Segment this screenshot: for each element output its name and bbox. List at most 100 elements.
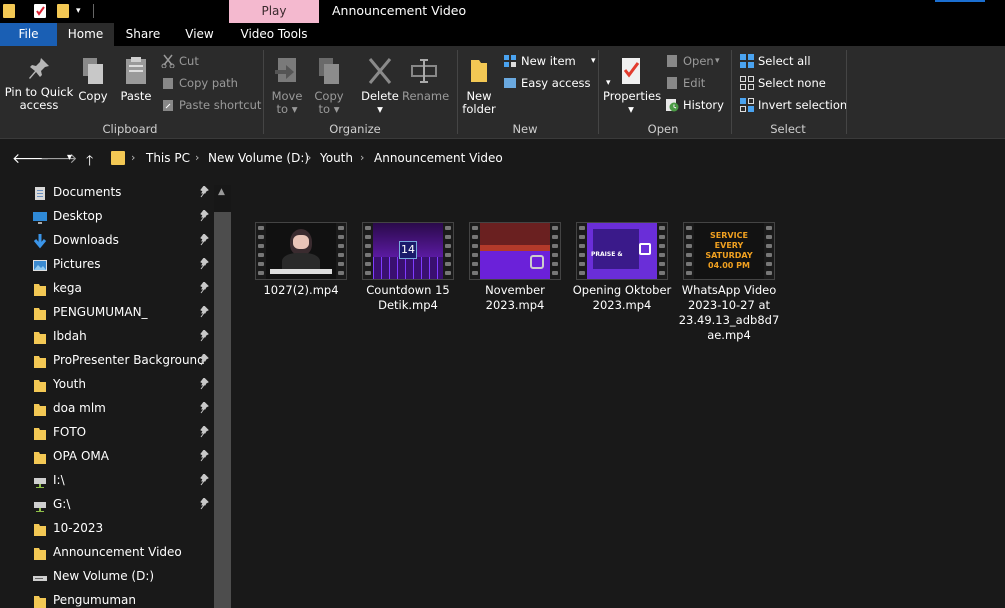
new-folder-icon[interactable] bbox=[57, 4, 69, 18]
sidebar-item[interactable]: Documents bbox=[0, 181, 214, 205]
sidebar-item-label: I:\ bbox=[53, 473, 65, 487]
select-none-icon bbox=[740, 76, 754, 90]
sidebar-item[interactable]: New Volume (D:) bbox=[0, 565, 214, 589]
sidebar-item-label: Pictures bbox=[53, 257, 101, 271]
sidebar-item-label: Downloads bbox=[53, 233, 119, 247]
rename-button[interactable]: Rename bbox=[402, 56, 449, 103]
easy-access-icon bbox=[503, 76, 517, 90]
scroll-thumb[interactable] bbox=[214, 212, 231, 608]
delete-button[interactable]: Delete ▾ bbox=[360, 56, 400, 116]
sidebar-item[interactable]: PENGUMUMAN_ bbox=[0, 301, 214, 325]
tab-file[interactable]: File bbox=[0, 23, 57, 46]
tab-view[interactable]: View bbox=[172, 23, 227, 46]
paste-label: Paste bbox=[120, 89, 152, 103]
sidebar-item[interactable]: Pengumuman bbox=[0, 589, 214, 608]
breadcrumb-separator[interactable]: › bbox=[131, 151, 135, 164]
pin-icon bbox=[29, 58, 49, 79]
pin-icon[interactable] bbox=[199, 353, 209, 366]
new-folder-button[interactable]: New folder bbox=[461, 56, 497, 116]
move-to-label: Move to bbox=[271, 89, 303, 116]
pin-icon[interactable] bbox=[199, 497, 209, 510]
divider bbox=[93, 4, 94, 18]
paste-shortcut-label: Paste shortcut bbox=[179, 98, 262, 112]
play-contextual-tab[interactable]: Play bbox=[229, 0, 319, 23]
sidebar-item[interactable]: 10-2023 bbox=[0, 517, 214, 541]
paste-button[interactable]: Paste bbox=[118, 56, 154, 103]
pin-icon[interactable] bbox=[199, 377, 209, 390]
clipboard-group-label: Clipboard bbox=[102, 122, 158, 136]
sidebar-item[interactable]: OPA OMA bbox=[0, 445, 214, 469]
desktop-icon bbox=[33, 210, 47, 225]
copy-label: Copy bbox=[78, 89, 108, 103]
breadcrumb-this-pc[interactable]: This PC bbox=[146, 151, 190, 165]
copy-to-button[interactable]: Copy to ▾ bbox=[312, 56, 346, 116]
folder-icon bbox=[33, 282, 47, 297]
navigation-pane-scrollbar[interactable]: ▲ bbox=[214, 185, 231, 608]
file-name: 1027(2).mp4 bbox=[263, 283, 339, 297]
folder-icon bbox=[33, 426, 47, 441]
window-title: Announcement Video bbox=[332, 3, 467, 18]
breadcrumb-announcement-video[interactable]: Announcement Video bbox=[374, 151, 503, 165]
sidebar-item[interactable]: Youth bbox=[0, 373, 214, 397]
network-drive-icon bbox=[33, 498, 47, 513]
film-strip-icon bbox=[684, 223, 694, 279]
folder-icon bbox=[33, 330, 47, 345]
delete-x-icon bbox=[368, 58, 392, 84]
sidebar-item[interactable]: Pictures bbox=[0, 253, 214, 277]
properties-icon[interactable] bbox=[34, 4, 46, 18]
customize-quick-access-icon[interactable]: ▾ bbox=[76, 4, 88, 18]
pin-icon[interactable] bbox=[199, 473, 209, 486]
tab-video-tools[interactable]: Video Tools bbox=[229, 23, 319, 46]
sidebar-item[interactable]: G:\ bbox=[0, 493, 214, 517]
pin-icon[interactable] bbox=[199, 305, 209, 318]
thumb-caption: SERVICE EVERY SATURDAY 04.00 PM bbox=[705, 231, 753, 270]
invert-selection-icon bbox=[740, 98, 754, 112]
pin-icon[interactable] bbox=[199, 401, 209, 414]
video-thumbnail bbox=[255, 222, 347, 280]
tab-share[interactable]: Share bbox=[114, 23, 172, 46]
move-to-button[interactable]: Move to ▾ bbox=[270, 56, 304, 116]
file-item[interactable]: 14 Countdown 15 Detik.mp4 bbox=[357, 222, 459, 313]
breadcrumb-new-volume[interactable]: New Volume (D:) bbox=[208, 151, 309, 165]
copy-button[interactable]: Copy bbox=[76, 56, 110, 103]
sidebar-item[interactable]: ProPresenter Background bbox=[0, 349, 214, 373]
sidebar-item[interactable]: doa mlm bbox=[0, 397, 214, 421]
sidebar-item[interactable]: kega bbox=[0, 277, 214, 301]
pin-icon[interactable] bbox=[199, 449, 209, 462]
pin-to-quick-access-button[interactable]: Pin to Quick access bbox=[4, 56, 74, 112]
copy-path-icon bbox=[161, 76, 175, 90]
file-item[interactable]: 1027(2).mp4 bbox=[250, 222, 352, 298]
breadcrumb-separator[interactable]: › bbox=[195, 151, 199, 164]
pin-icon[interactable] bbox=[199, 233, 209, 246]
recent-locations-chevron-icon[interactable]: ▾ bbox=[67, 152, 72, 163]
sidebar-item[interactable]: Desktop bbox=[0, 205, 214, 229]
breadcrumb-youth[interactable]: Youth bbox=[320, 151, 353, 165]
sidebar-item-label: G:\ bbox=[53, 497, 71, 511]
file-item[interactable]: SERVICE EVERY SATURDAY 04.00 PM WhatsApp … bbox=[678, 222, 780, 343]
breadcrumb-separator[interactable]: › bbox=[360, 151, 364, 164]
scroll-up-arrow-icon[interactable]: ▲ bbox=[218, 187, 225, 197]
file-item[interactable]: PRAISE & Opening Oktober 2023.mp4 bbox=[571, 222, 673, 313]
scissors-icon bbox=[161, 54, 175, 69]
up-arrow-icon[interactable]: 🡑 bbox=[86, 150, 93, 174]
file-item[interactable]: November 2023.mp4 bbox=[464, 222, 566, 313]
pin-icon[interactable] bbox=[199, 281, 209, 294]
sidebar-item[interactable]: Ibdah bbox=[0, 325, 214, 349]
sidebar-item[interactable]: Announcement Video bbox=[0, 541, 214, 565]
address-field[interactable]: › This PC › New Volume (D:) › Youth › An… bbox=[104, 148, 1005, 170]
sidebar-item[interactable]: FOTO bbox=[0, 421, 214, 445]
pin-icon[interactable] bbox=[199, 185, 209, 198]
pin-icon[interactable] bbox=[199, 209, 209, 222]
pin-icon[interactable] bbox=[199, 257, 209, 270]
folder-icon bbox=[33, 402, 47, 417]
pin-icon[interactable] bbox=[199, 425, 209, 438]
folder-icon bbox=[3, 4, 15, 18]
properties-button[interactable]: Properties ▾ bbox=[603, 56, 661, 116]
countdown-number: 14 bbox=[399, 241, 417, 259]
tab-home[interactable]: Home bbox=[57, 23, 114, 46]
breadcrumb-separator[interactable]: › bbox=[307, 151, 311, 164]
pin-icon[interactable] bbox=[199, 329, 209, 342]
sidebar-item[interactable]: I:\ bbox=[0, 469, 214, 493]
sidebar-item[interactable]: Downloads bbox=[0, 229, 214, 253]
film-strip-icon bbox=[657, 223, 667, 279]
